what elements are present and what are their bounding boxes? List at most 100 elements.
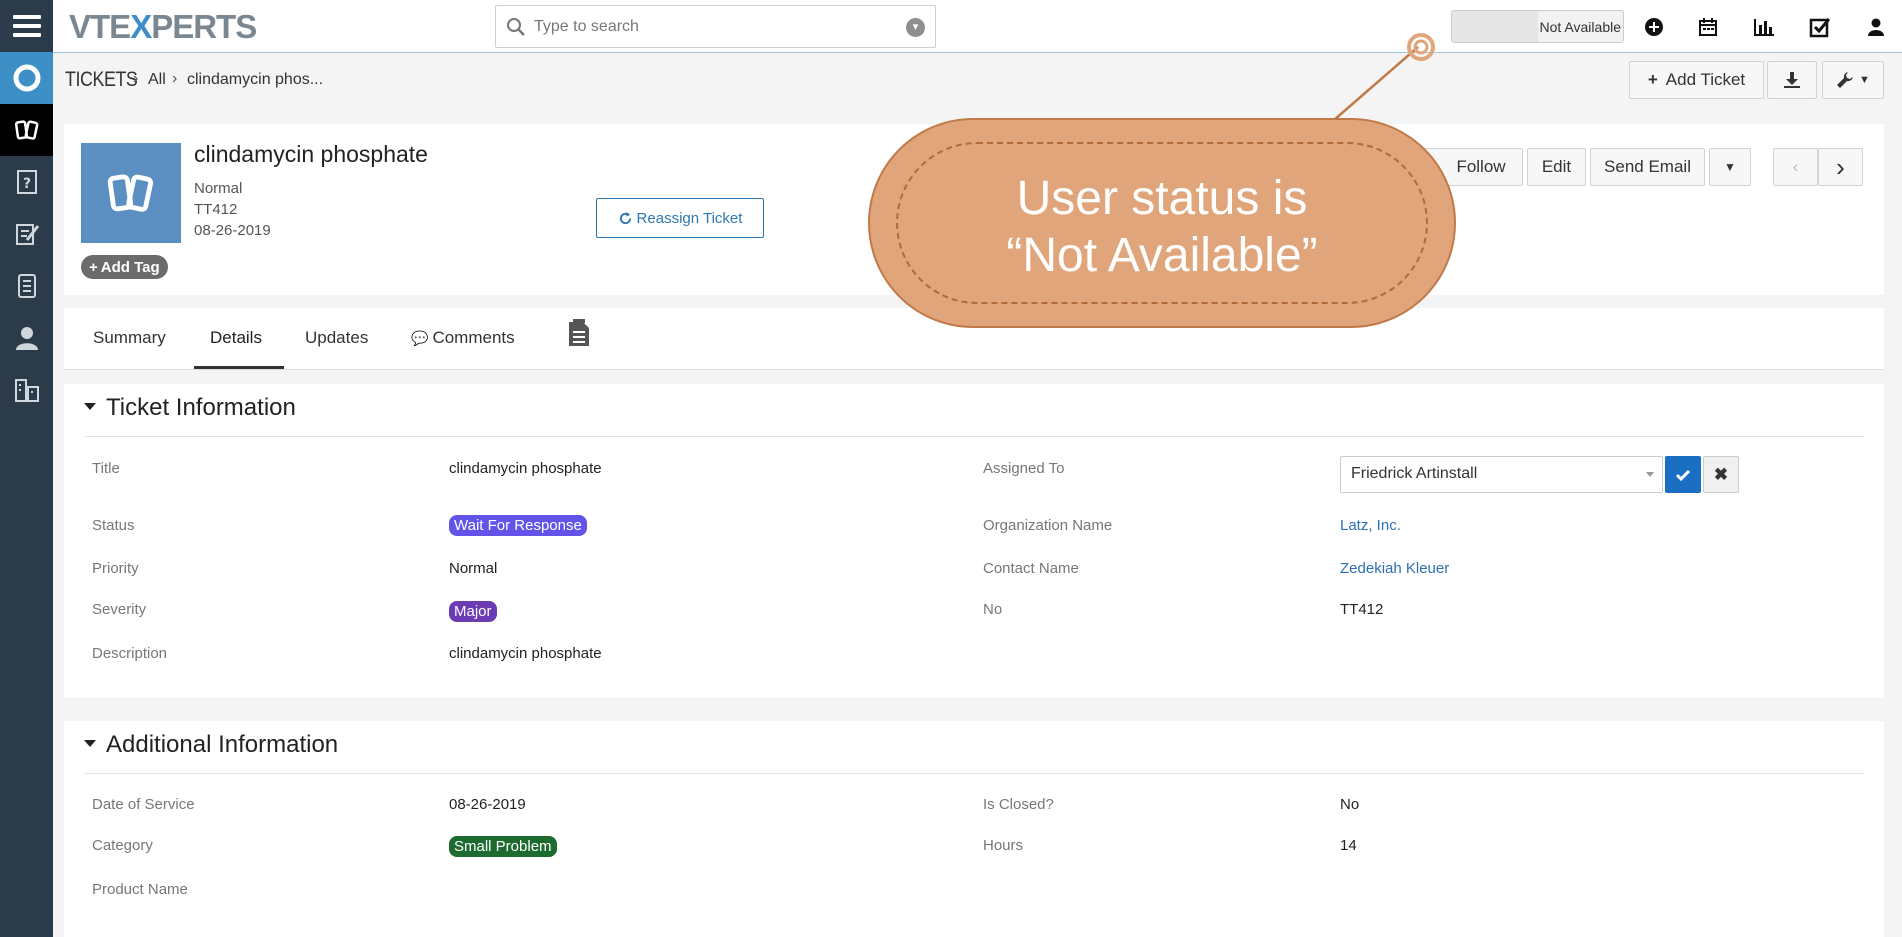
ticket-icon — [14, 120, 38, 140]
edit-button[interactable]: Edit — [1527, 148, 1586, 186]
list-document-icon — [17, 274, 36, 298]
chevron-left-icon: ‹ — [1792, 157, 1799, 176]
ticket-icon — [107, 174, 154, 212]
tab-details[interactable]: Details — [210, 328, 262, 348]
reassign-ticket-button[interactable]: Reassign Ticket — [596, 198, 764, 238]
field-label: Date of Service — [92, 796, 195, 813]
record-date: 08-26-2019 — [194, 222, 271, 239]
menu-toggle-button[interactable] — [0, 0, 53, 52]
field-label: Hours — [983, 837, 1024, 854]
status-badge[interactable]: Wait For Response — [449, 515, 587, 536]
question-book-icon: ? — [16, 170, 37, 194]
field-label: Status — [92, 517, 135, 534]
severity-badge[interactable]: Major — [449, 601, 497, 622]
chevron-down-icon — [1646, 472, 1654, 477]
user-status-toggle[interactable]: Not Available — [1451, 10, 1624, 43]
checkbox-icon[interactable] — [1806, 13, 1834, 41]
organization-link[interactable]: Latz, Inc. — [1340, 517, 1401, 534]
tab-updates[interactable]: Updates — [305, 328, 368, 348]
category-badge[interactable]: Small Problem — [449, 836, 557, 857]
sidebar-item-tickets[interactable] — [0, 104, 53, 156]
comment-icon: 💬 — [411, 330, 429, 346]
section-heading[interactable]: Additional Information — [84, 731, 338, 759]
caret-down-icon — [84, 740, 96, 748]
sidebar: ? — [0, 0, 53, 937]
field-value-title[interactable]: clindamycin phosphate — [449, 460, 602, 477]
check-icon — [1676, 469, 1690, 481]
cancel-field-button[interactable]: ✖ — [1703, 456, 1739, 493]
sidebar-item-faq[interactable]: ? — [0, 156, 53, 208]
sidebar-item-contacts[interactable] — [0, 312, 53, 364]
chevron-right-icon: › — [133, 70, 139, 87]
settings-menu-button[interactable]: ▼ — [1822, 61, 1884, 99]
user-profile-icon[interactable] — [1862, 13, 1890, 41]
field-label: Title — [92, 460, 120, 477]
caret-down-icon: ▼ — [1859, 74, 1870, 86]
breadcrumb-record: clindamycin phos... — [187, 71, 324, 88]
field-label: No — [983, 601, 1003, 618]
app-logo[interactable]: VTEXPERTS — [69, 8, 257, 46]
document-icon — [569, 319, 589, 346]
divider — [84, 773, 1864, 774]
field-label: Is Closed? — [983, 796, 1054, 813]
field-label: Description — [92, 645, 168, 662]
hamburger-icon — [12, 24, 41, 28]
chevron-down-icon[interactable]: ▾ — [906, 18, 925, 37]
tab-comments[interactable]: 💬 Comments — [411, 328, 515, 348]
sidebar-item-documents[interactable] — [0, 208, 53, 260]
breadcrumb: TICKETS › All › clindamycin phos... — [53, 53, 1902, 105]
field-label: Assigned To — [983, 460, 1065, 477]
field-value-is-closed[interactable]: No — [1340, 796, 1359, 813]
bar-chart-icon[interactable] — [1750, 13, 1778, 41]
add-ticket-button[interactable]: + Add Ticket — [1629, 61, 1764, 99]
download-icon — [1784, 72, 1800, 88]
field-value-hours[interactable]: 14 — [1340, 837, 1357, 854]
ticket-information-section: Ticket Information Title clindamycin pho… — [64, 384, 1884, 698]
top-bar: VTEXPERTS ▾ Not Available — [53, 0, 1902, 53]
next-record-button[interactable]: › — [1818, 148, 1863, 186]
import-button[interactable] — [1767, 61, 1817, 99]
field-label: Severity — [92, 601, 147, 618]
sidebar-item-reports[interactable] — [0, 260, 53, 312]
add-icon[interactable] — [1640, 13, 1668, 41]
calendar-icon[interactable] — [1694, 13, 1722, 41]
additional-information-section: Additional Information Date of Service 0… — [64, 721, 1884, 937]
field-label: Product Name — [92, 881, 188, 898]
divider — [84, 436, 1864, 437]
record-priority: Normal — [194, 180, 243, 197]
support-icon[interactable] — [0, 52, 53, 104]
contact-link[interactable]: Zedekiah Kleuer — [1340, 560, 1449, 577]
search-input[interactable] — [534, 12, 894, 42]
add-tag-button[interactable]: + Add Tag — [81, 255, 168, 279]
field-label: Category — [92, 837, 153, 854]
edit-document-icon — [15, 224, 39, 245]
send-email-button[interactable]: Send Email — [1590, 148, 1705, 186]
tab-documents[interactable] — [567, 318, 591, 353]
caret-down-icon: ▼ — [1724, 160, 1736, 174]
chevron-right-icon: › — [172, 70, 178, 87]
breadcrumb-module[interactable]: TICKETS — [65, 68, 138, 92]
tab-summary[interactable]: Summary — [93, 328, 166, 348]
record-image — [81, 143, 181, 243]
sidebar-item-organizations[interactable] — [0, 364, 53, 416]
previous-record-button[interactable]: ‹ — [1773, 148, 1818, 186]
field-label: Priority — [92, 560, 139, 577]
assigned-to-select[interactable]: Friedrick Artinstall — [1340, 456, 1663, 493]
svg-text:?: ? — [22, 176, 30, 192]
more-actions-button[interactable]: ▼ — [1709, 148, 1751, 186]
global-search: ▾ — [495, 5, 936, 48]
field-value-date-of-service[interactable]: 08-26-2019 — [449, 796, 526, 813]
search-icon — [507, 18, 525, 36]
save-field-button[interactable] — [1665, 456, 1701, 493]
lifebuoy-icon — [13, 64, 40, 92]
breadcrumb-filter[interactable]: All — [148, 71, 166, 89]
annotation-callout: User status is “Not Available” — [868, 118, 1456, 328]
plus-icon: + — [1647, 70, 1658, 89]
section-heading[interactable]: Ticket Information — [84, 394, 296, 422]
callout-pointer — [1333, 33, 1435, 121]
building-icon — [14, 379, 39, 402]
field-value-priority[interactable]: Normal — [449, 560, 497, 577]
wrench-icon — [1837, 72, 1854, 88]
field-label: Organization Name — [983, 517, 1113, 534]
field-value-description[interactable]: clindamycin phosphate — [449, 645, 602, 662]
